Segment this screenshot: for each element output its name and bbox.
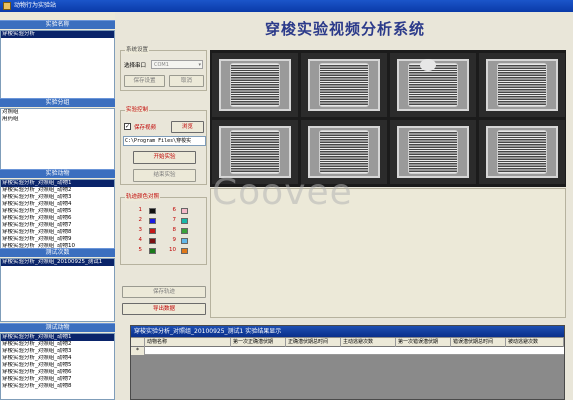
color-swatch: [181, 208, 188, 214]
list-item[interactable]: 穿梭实验分析_对照组_动物1: [1, 180, 114, 187]
color-swatch: [149, 248, 156, 254]
test-count-header: 测试次数: [0, 248, 115, 257]
start-experiment-button[interactable]: 开始实验: [133, 151, 196, 164]
experiment-animals-header: 实验动物: [0, 169, 115, 178]
color-swatch: [181, 238, 188, 244]
system-settings-label: 系统设置: [125, 47, 150, 54]
color-number: 7: [172, 217, 177, 223]
column-header[interactable]: 第一次错误潜伏期: [396, 338, 451, 347]
app-icon: [3, 2, 11, 10]
column-header[interactable]: 错误潜伏期总时间: [451, 338, 506, 347]
port-label: 选择串口: [124, 63, 147, 69]
color-swatch: [149, 218, 156, 224]
experiment-name-header: 实验名称: [0, 20, 115, 29]
window-titlebar: 动物行为实验站: [0, 0, 573, 12]
test-count-list[interactable]: 穿梭实验分析_对照组_20100925_测试1: [0, 258, 115, 322]
list-item[interactable]: 穿梭实验分析_对照组_动物3: [1, 348, 114, 355]
experiment-group-list[interactable]: 对照组 用药组: [0, 108, 115, 174]
port-value: COM1: [154, 62, 169, 68]
list-item[interactable]: 穿梭实验分析_对照组_动物5: [1, 208, 114, 215]
list-item[interactable]: 穿梭实验分析_对照组_动物8: [1, 383, 114, 390]
color-number: 8: [172, 227, 177, 233]
chevron-down-icon[interactable]: ▾: [198, 61, 201, 69]
watermark: Coovee: [212, 172, 353, 213]
export-data-button[interactable]: 导出数据: [122, 303, 206, 315]
color-number: 1: [138, 207, 143, 213]
color-swatch: [181, 228, 188, 234]
color-number: 5: [138, 247, 143, 253]
table-row[interactable]: *: [131, 347, 564, 355]
color-number: 2: [138, 217, 143, 223]
list-item[interactable]: 对照组: [1, 109, 114, 116]
column-header[interactable]: 动物名称: [145, 338, 231, 347]
test-animals-header: 测试动物: [0, 323, 115, 332]
list-item[interactable]: 穿梭实验分析_对照组_动物8: [1, 229, 114, 236]
list-item[interactable]: 穿梭实验分析_对照组_20100925_测试1: [1, 259, 114, 266]
color-swatch: [149, 228, 156, 234]
experiment-control-label: 实验控制: [125, 107, 150, 114]
color-number: 4: [138, 237, 143, 243]
list-item[interactable]: 穿梭实验分析_对照组_动物2: [1, 341, 114, 348]
experiment-name-list[interactable]: 穿梭实验分析: [0, 30, 115, 105]
track-colors-group: 轨迹颜色对照 1 2 3 4 5 6 7 8 9 10: [120, 194, 207, 265]
track-colors-label: 轨迹颜色对照: [125, 194, 161, 201]
column-header[interactable]: 被动逃避次数: [506, 338, 564, 347]
new-row-marker: *: [131, 347, 145, 355]
experiment-control-group: 实验控制 ✓ 保存视频 浏览 C:\Program Files\穿梭实 开始实验…: [120, 107, 207, 185]
list-item[interactable]: 穿梭实验分析_对照组_动物4: [1, 355, 114, 362]
row-header-cell: [131, 338, 145, 347]
experiment-animals-list[interactable]: 穿梭实验分析_对照组_动物1 穿梭实验分析_对照组_动物2 穿梭实验分析_对照组…: [0, 179, 115, 250]
list-item[interactable]: 穿梭实验分析_对照组_动物5: [1, 362, 114, 369]
column-header[interactable]: 第一次正确潜伏期: [231, 338, 286, 347]
color-number: 10: [169, 247, 176, 253]
cage-view: [390, 120, 476, 184]
cage-view: [479, 53, 565, 117]
cage-view: [390, 53, 476, 117]
color-number: 3: [138, 227, 143, 233]
list-item[interactable]: 穿梭实验分析_对照组_动物4: [1, 201, 114, 208]
save-track-button[interactable]: 保存轨迹: [122, 286, 206, 298]
port-select[interactable]: COM1 ▾: [151, 60, 203, 69]
cage-view: [212, 53, 298, 117]
results-header: 动物名称 第一次正确潜伏期 正确潜伏期总时间 主动逃避次数 第一次错误潜伏期 错…: [131, 338, 564, 347]
window-title: 动物行为实验站: [14, 2, 57, 9]
results-panel: 穿梭实验分析_对照组_20100925_测试1 实验结果显示 动物名称 第一次正…: [130, 325, 565, 400]
left-panel: 实验名称 穿梭实验分析 实验分组 对照组 用药组 实验动物 穿梭实验分析_对照组…: [0, 12, 115, 400]
save-settings-button[interactable]: 保存设置: [124, 75, 165, 87]
list-item[interactable]: 穿梭实验分析: [1, 31, 114, 38]
list-item[interactable]: 用药组: [1, 116, 114, 123]
system-settings-group: 系统设置 选择串口 COM1 ▾ 保存设置 取消: [120, 47, 207, 91]
color-swatch: [181, 218, 188, 224]
list-item[interactable]: 穿梭实验分析_对照组_动物1: [1, 334, 114, 341]
list-item[interactable]: 穿梭实验分析_对照组_动物9: [1, 236, 114, 243]
cage-view: [301, 53, 387, 117]
color-swatch: [149, 238, 156, 244]
video-view: [210, 50, 566, 187]
list-item[interactable]: 穿梭实验分析_对照组_动物7: [1, 376, 114, 383]
save-video-checkbox[interactable]: ✓: [124, 123, 131, 130]
column-header[interactable]: 主动逃避次数: [341, 338, 396, 347]
browse-button[interactable]: 浏览: [171, 121, 204, 133]
cage-view: [479, 120, 565, 184]
color-number: 9: [172, 237, 177, 243]
results-title: 穿梭实验分析_对照组_20100925_测试1 实验结果显示: [131, 326, 564, 337]
color-swatch: [149, 208, 156, 214]
list-item[interactable]: 穿梭实验分析_对照组_动物3: [1, 194, 114, 201]
end-experiment-button[interactable]: 结束实验: [133, 169, 196, 182]
save-video-label: 保存视频: [134, 125, 157, 131]
mouse-figure: [420, 59, 436, 71]
page-title: 穿梭实验视频分析系统: [264, 20, 425, 38]
color-number: 6: [172, 207, 177, 213]
column-header[interactable]: 正确潜伏期总时间: [286, 338, 341, 347]
experiment-group-header: 实验分组: [0, 98, 115, 107]
list-item[interactable]: 穿梭实验分析_对照组_动物2: [1, 187, 114, 194]
list-item[interactable]: 穿梭实验分析_对照组_动物7: [1, 222, 114, 229]
cancel-button[interactable]: 取消: [169, 75, 204, 87]
test-animals-list[interactable]: 穿梭实验分析_对照组_动物1 穿梭实验分析_对照组_动物2 穿梭实验分析_对照组…: [0, 333, 115, 400]
list-item[interactable]: 穿梭实验分析_对照组_动物6: [1, 215, 114, 222]
color-swatch: [181, 248, 188, 254]
list-item[interactable]: 穿梭实验分析_对照组_动物6: [1, 369, 114, 376]
video-path-input[interactable]: C:\Program Files\穿梭实: [123, 136, 206, 146]
